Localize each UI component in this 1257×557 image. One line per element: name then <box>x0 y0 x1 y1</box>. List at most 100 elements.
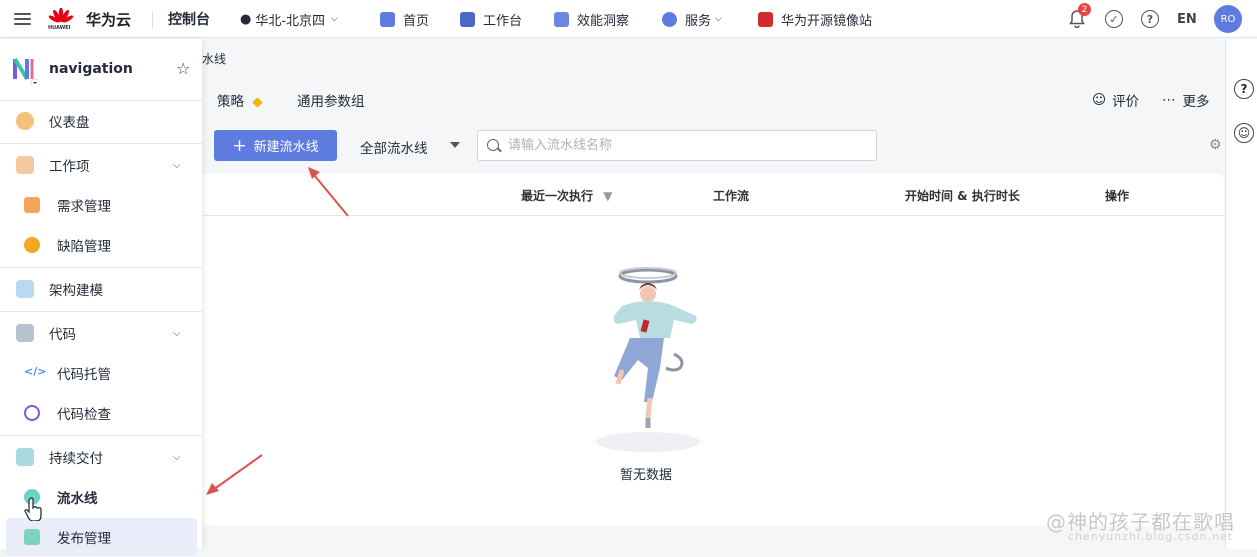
bug-icon <box>24 237 40 253</box>
nav-insight-label: 效能洞察 <box>577 13 630 29</box>
tab-params[interactable]: 通用参数组 <box>297 90 365 110</box>
new-pipeline-button[interactable]: + 新建流水线 <box>214 130 337 161</box>
plus-icon: + <box>232 135 247 156</box>
sidebar-item-label: 架构建模 <box>49 283 103 299</box>
annotation-arrow-pipeline <box>206 454 263 495</box>
sidebar-item-label: 工作项 <box>49 159 90 175</box>
nav-insight[interactable]: 效能洞察 <box>554 0 629 38</box>
sidebar-item-label: 缺陷管理 <box>57 239 111 255</box>
menu-icon[interactable] <box>14 0 36 38</box>
sidebar-header: navigation ☆ <box>0 39 202 101</box>
rate-label: 评价 <box>1112 94 1140 110</box>
console-link[interactable]: 控制台 <box>168 0 210 38</box>
workitem-icon <box>16 156 34 174</box>
navigation-sidebar: navigation ☆ 仪表盘 工作项 ⌵ 需求管理 缺陷管理 架构建模 代码… <box>0 39 202 556</box>
sidebar-item-defects[interactable]: 缺陷管理 <box>0 225 202 265</box>
nav-workbench-label: 工作台 <box>483 13 523 29</box>
sidebar-item-label: 代码检查 <box>57 407 111 423</box>
help-icon[interactable]: ? <box>1234 79 1254 99</box>
tab-strategy-label: 策略 <box>217 94 244 110</box>
help-button[interactable]: ? <box>1141 0 1159 38</box>
sidebar-item-label: 流水线 <box>57 491 98 507</box>
chevron-down-icon: ⌵ <box>715 14 722 24</box>
mirror-icon <box>758 11 773 27</box>
nav-workbench[interactable]: 工作台 <box>460 0 522 38</box>
divider <box>152 11 153 28</box>
location-icon: ● <box>240 11 252 27</box>
chevron-down-icon: ⌵ <box>173 327 181 339</box>
search-box[interactable] <box>477 130 877 161</box>
notification-badge: 2 <box>1078 3 1091 16</box>
more-button[interactable]: ⋯ 更多 <box>1162 90 1210 110</box>
release-icon <box>24 529 40 545</box>
column-start-time: 开始时间 & 执行时长 <box>905 189 1020 203</box>
chevron-down-icon: ⌵ <box>173 159 181 171</box>
nav-service[interactable]: 服务 ⌵ <box>662 0 722 38</box>
right-rail: ? ☺ <box>1225 39 1257 549</box>
divider <box>0 311 202 312</box>
star-icon[interactable]: ☆ <box>176 59 190 78</box>
diamond-icon: ◆ <box>252 94 263 110</box>
search-input[interactable] <box>508 131 868 160</box>
region-selector[interactable]: ● 华北-北京四 ⌵ <box>240 0 338 38</box>
sidebar-item-label: 发布管理 <box>57 531 111 547</box>
nav-home-label: 首页 <box>403 13 430 29</box>
caret-down-icon[interactable] <box>450 142 460 148</box>
todo-button[interactable]: ✓ <box>1105 0 1123 38</box>
nav-home[interactable]: 首页 <box>380 0 429 38</box>
help-icon: ? <box>1141 10 1159 28</box>
brand-logo[interactable]: HUAWEI 华为云 <box>48 0 131 38</box>
rate-button[interactable]: ☺ 评价 <box>1092 90 1139 110</box>
feedback-icon[interactable]: ☺ <box>1234 123 1254 143</box>
sidebar-item-delivery[interactable]: 持续交付 ⌵ <box>0 437 202 477</box>
tab-strategy[interactable]: 策略 ◆ <box>217 90 263 110</box>
pipeline-filter[interactable]: 全部流水线 <box>360 137 428 157</box>
sidebar-item-label: 代码 <box>49 327 76 343</box>
nav-mirror-label: 华为开源镜像站 <box>781 13 873 29</box>
nav-service-label: 服务 <box>685 13 712 29</box>
navigation-logo-icon <box>13 57 38 85</box>
watermark-url: chenyunzhi.blog.csdn.net <box>1068 530 1234 543</box>
column-actions: 操作 <box>1105 189 1130 203</box>
avatar[interactable]: RO <box>1214 5 1242 33</box>
check-icon: ✓ <box>1105 10 1123 28</box>
more-label: 更多 <box>1182 94 1210 110</box>
huawei-logo-icon: HUAWEI <box>48 7 74 31</box>
tab-bar: 策略 ◆ 通用参数组 ☺ 评价 ⋯ 更多 <box>202 84 1224 116</box>
empty-illustration <box>596 267 700 452</box>
sidebar-item-code[interactable]: 代码 ⌵ <box>0 313 202 353</box>
sidebar-item-architecture[interactable]: 架构建模 <box>0 269 202 309</box>
sidebar-item-code-check[interactable]: 代码检查 <box>0 393 202 433</box>
filter-icon[interactable]: ▼ <box>603 189 612 203</box>
requirement-icon <box>24 197 40 213</box>
lang-switch[interactable]: EN <box>1177 0 1197 38</box>
code-check-icon <box>24 405 40 421</box>
top-bar: HUAWEI 华为云 控制台 ● 华北-北京四 ⌵ 首页 工作台 效能洞察 服务… <box>0 0 1257 38</box>
chevron-down-icon: ⌵ <box>331 14 338 24</box>
insight-icon <box>554 11 569 27</box>
region-label: 华北-北京四 <box>255 13 326 29</box>
sidebar-item-code-hosting[interactable]: </> 代码托管 <box>0 353 202 393</box>
new-pipeline-label: 新建流水线 <box>253 140 319 155</box>
chevron-down-icon: ⌵ <box>173 451 181 463</box>
nav-mirror[interactable]: 华为开源镜像站 <box>758 0 872 38</box>
column-last-run[interactable]: 最近一次执行 ▼ <box>521 187 612 204</box>
more-icon: ⋯ <box>1162 92 1177 108</box>
architecture-icon <box>16 280 34 298</box>
code-hosting-icon: </> <box>24 365 47 378</box>
sidebar-item-requirements[interactable]: 需求管理 <box>0 185 202 225</box>
service-icon <box>662 11 677 27</box>
annotation-arrow-new <box>308 167 349 217</box>
sidebar-title: navigation <box>49 61 133 77</box>
pipeline-table: 最近一次执行 ▼ 工作流 开始时间 & 执行时长 操作 暂无数据 <box>202 174 1224 526</box>
gear-icon[interactable]: ⚙ <box>1209 137 1222 153</box>
brand-name: 华为云 <box>86 10 132 29</box>
divider <box>0 267 202 268</box>
divider <box>0 143 202 144</box>
sidebar-item-release[interactable]: 发布管理 <box>0 517 202 557</box>
sidebar-item-dashboard[interactable]: 仪表盘 <box>0 101 202 141</box>
sidebar-item-label: 需求管理 <box>57 199 111 215</box>
delivery-icon <box>16 448 34 466</box>
sidebar-item-workitems[interactable]: 工作项 ⌵ <box>0 145 202 185</box>
dashboard-icon <box>16 112 34 130</box>
